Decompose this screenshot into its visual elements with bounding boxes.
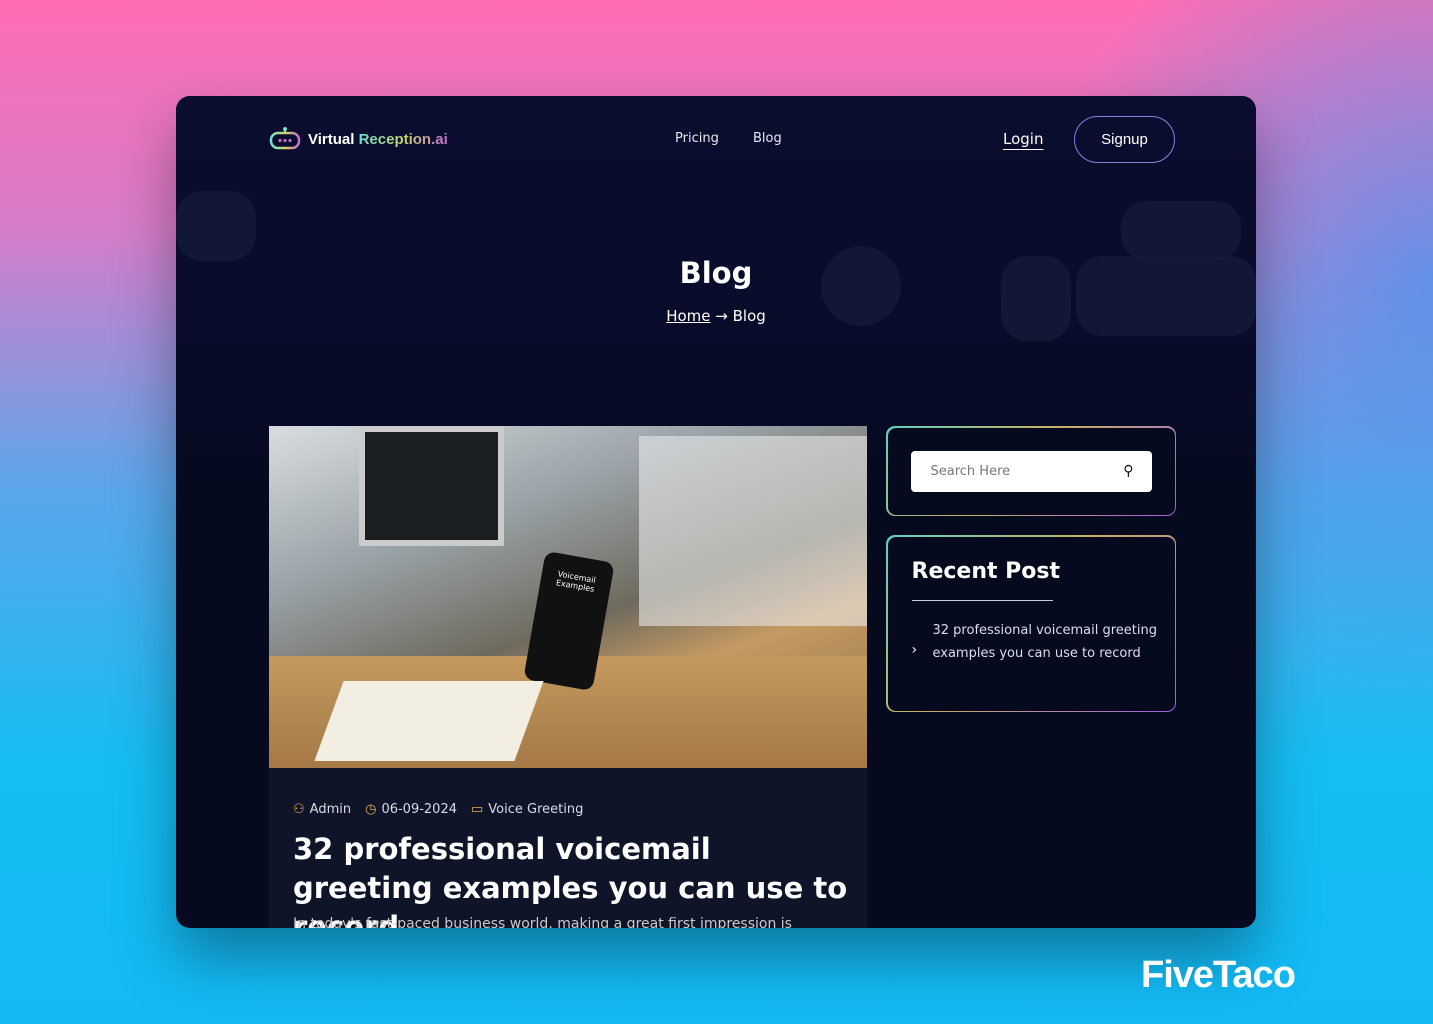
chat-robot-icon (269, 127, 301, 150)
post-category: ▭ Voice Greeting (471, 802, 584, 817)
divider (911, 599, 1053, 601)
decor-blob (1121, 201, 1241, 261)
nav-blog[interactable]: Blog (753, 131, 782, 146)
fivetaco-watermark: FiveTaco (1141, 954, 1296, 996)
breadcrumb-arrow-icon: → (715, 307, 728, 325)
blog-post-card[interactable]: Voicemail Examples ⚇ Admin ◷ 06-09-2024 ▭ Vo… (269, 426, 867, 928)
recent-post-widget: Recent Post › 32 professional voicemail … (886, 535, 1176, 712)
search-input[interactable]: Search Here ⚲ (910, 450, 1152, 492)
search-icon[interactable]: ⚲ (1123, 463, 1133, 479)
nav-pricing[interactable]: Pricing (675, 131, 719, 146)
monitor-shape (359, 426, 504, 546)
chevron-right-icon: › (911, 641, 918, 658)
login-link[interactable]: Login (1003, 130, 1043, 148)
browser-window: Virtual Reception.ai Pricing Blog Login … (176, 96, 1256, 928)
folder-icon: ▭ (471, 802, 484, 817)
search-widget: Search Here ⚲ (886, 426, 1176, 516)
signup-button[interactable]: Signup (1074, 116, 1175, 163)
breadcrumb-current: Blog (732, 307, 766, 325)
post-excerpt: In today's fast-paced business world, ma… (293, 916, 792, 928)
clock-icon: ◷ (365, 802, 377, 817)
logo[interactable]: Virtual Reception.ai (268, 126, 448, 152)
breadcrumb: Home → Blog (176, 307, 1256, 325)
recent-post-title: Recent Post (911, 558, 1061, 584)
page-title: Blog (679, 256, 753, 290)
shelf-shape (639, 436, 867, 626)
post-date: ◷ 06-09-2024 (365, 802, 457, 817)
post-meta: ⚇ Admin ◷ 06-09-2024 ▭ Voice Greeting (293, 802, 583, 817)
breadcrumb-home[interactable]: Home (666, 307, 710, 325)
post-author: ⚇ Admin (293, 802, 352, 817)
post-image[interactable]: Voicemail Examples (269, 426, 867, 768)
logo-text: Virtual Reception.ai (308, 130, 448, 148)
post-title[interactable]: 32 professional voicemail greeting examp… (293, 830, 853, 928)
user-icon: ⚇ (293, 802, 305, 817)
decor-blob (176, 191, 256, 261)
notebook-shape (314, 681, 544, 761)
recent-post-item[interactable]: 32 professional voicemail greeting examp… (933, 619, 1158, 665)
search-placeholder: Search Here (930, 463, 1011, 479)
